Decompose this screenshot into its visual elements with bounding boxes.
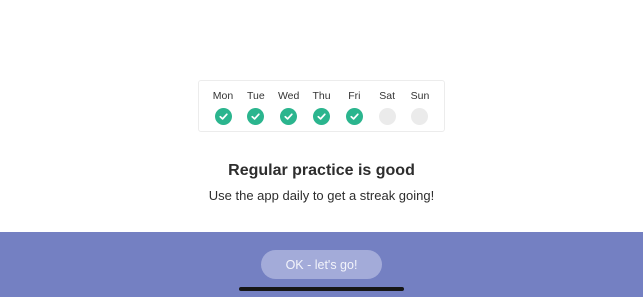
empty-circle-icon xyxy=(378,108,396,125)
day-label: Thu xyxy=(312,90,331,102)
day-label: Tue xyxy=(246,90,265,102)
subline: Use the app daily to get a streak going! xyxy=(208,188,435,203)
checkmark-icon xyxy=(214,108,232,125)
ok-button[interactable]: OK - let's go! xyxy=(261,250,382,279)
day-tue: Tue xyxy=(240,81,272,131)
checkmark-icon xyxy=(280,108,298,125)
weekly-streak-card: Mon Tue Wed Thu Fri Sat Sun xyxy=(198,80,445,132)
day-sat: Sat xyxy=(371,81,403,131)
day-wed: Wed xyxy=(273,81,305,131)
footer-bar: OK - let's go! xyxy=(0,232,643,297)
empty-circle-icon xyxy=(411,108,429,125)
day-fri: Fri xyxy=(338,81,370,131)
checkmark-icon xyxy=(345,108,363,125)
day-label: Sat xyxy=(379,90,396,102)
day-thu: Thu xyxy=(305,81,337,131)
home-indicator[interactable] xyxy=(239,287,404,291)
day-label: Mon xyxy=(212,90,234,102)
day-mon: Mon xyxy=(207,81,239,131)
day-sun: Sun xyxy=(404,81,436,131)
checkmark-icon xyxy=(312,108,330,125)
checkmark-icon xyxy=(247,108,265,125)
day-label: Fri xyxy=(348,90,361,102)
day-label: Wed xyxy=(277,90,300,102)
headline: Regular practice is good xyxy=(228,162,415,179)
day-label: Sun xyxy=(410,90,430,102)
